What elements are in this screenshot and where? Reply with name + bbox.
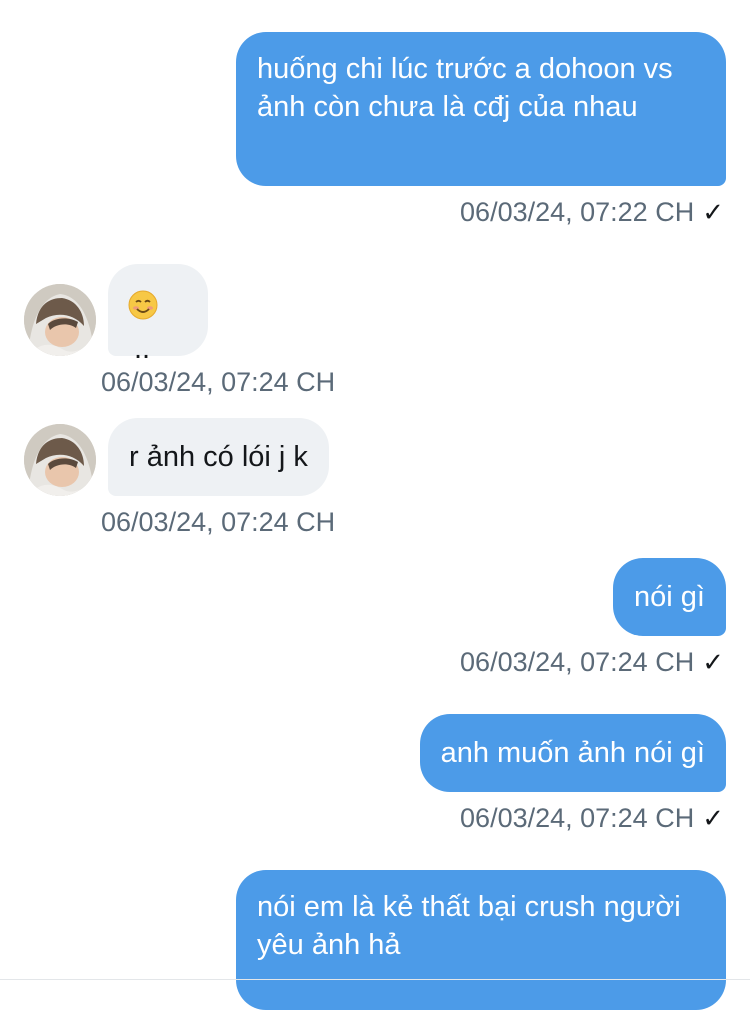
message-timestamp: 06/03/24, 07:24 CH [101, 366, 335, 398]
message-text: nói em là kẻ thất bại crush người yêu ản… [257, 891, 681, 961]
timestamp-text: 06/03/24, 07:24 CH [101, 367, 336, 397]
message-timestamp: 06/03/24, 07:22 CH ✓ [460, 196, 724, 228]
message-bubble-outgoing[interactable]: nói em là kẻ thất bại crush người yêu ản… [236, 870, 726, 1010]
timestamp-text: 06/03/24, 07:24 CH [460, 647, 695, 677]
message-timestamp: 06/03/24, 07:24 CH ✓ [460, 646, 724, 678]
message-text: anh muốn ảnh nói gì [440, 737, 705, 769]
avatar-image [24, 424, 96, 496]
message-timestamp: 06/03/24, 07:24 CH ✓ [460, 802, 724, 834]
avatar-image [24, 284, 96, 356]
message-bubble-outgoing[interactable]: huống chi lúc trước a dohoon vs ảnh còn … [236, 32, 726, 186]
message-timestamp: 06/03/24, 07:24 CH [101, 506, 335, 538]
message-bubble-outgoing[interactable]: anh muốn ảnh nói gì [419, 714, 726, 792]
avatar[interactable] [24, 424, 96, 496]
avatar[interactable] [24, 284, 96, 356]
message-text: nói gì [634, 581, 705, 613]
chat-thread: huống chi lúc trước a dohoon vs ảnh còn … [0, 0, 750, 1010]
checkmark-icon: ✓ [702, 197, 724, 227]
timestamp-text: 06/03/24, 07:22 CH [460, 197, 695, 227]
checkmark-icon: ✓ [702, 647, 724, 677]
message-text: r ảnh có lói j k [129, 441, 308, 473]
message-bubble-outgoing[interactable]: nói gì [613, 558, 726, 636]
divider [0, 979, 750, 980]
smiling-face-emoji [128, 290, 158, 330]
timestamp-text: 06/03/24, 07:24 CH [101, 507, 336, 537]
message-text: huống chi lúc trước a dohoon vs ảnh còn … [257, 53, 673, 123]
message-bubble-incoming[interactable]: .. [108, 264, 208, 365]
message-text: .. [134, 333, 151, 366]
message-bubble-incoming[interactable]: r ảnh có lói j k [108, 418, 329, 496]
checkmark-icon: ✓ [702, 803, 724, 833]
timestamp-text: 06/03/24, 07:24 CH [460, 803, 695, 833]
